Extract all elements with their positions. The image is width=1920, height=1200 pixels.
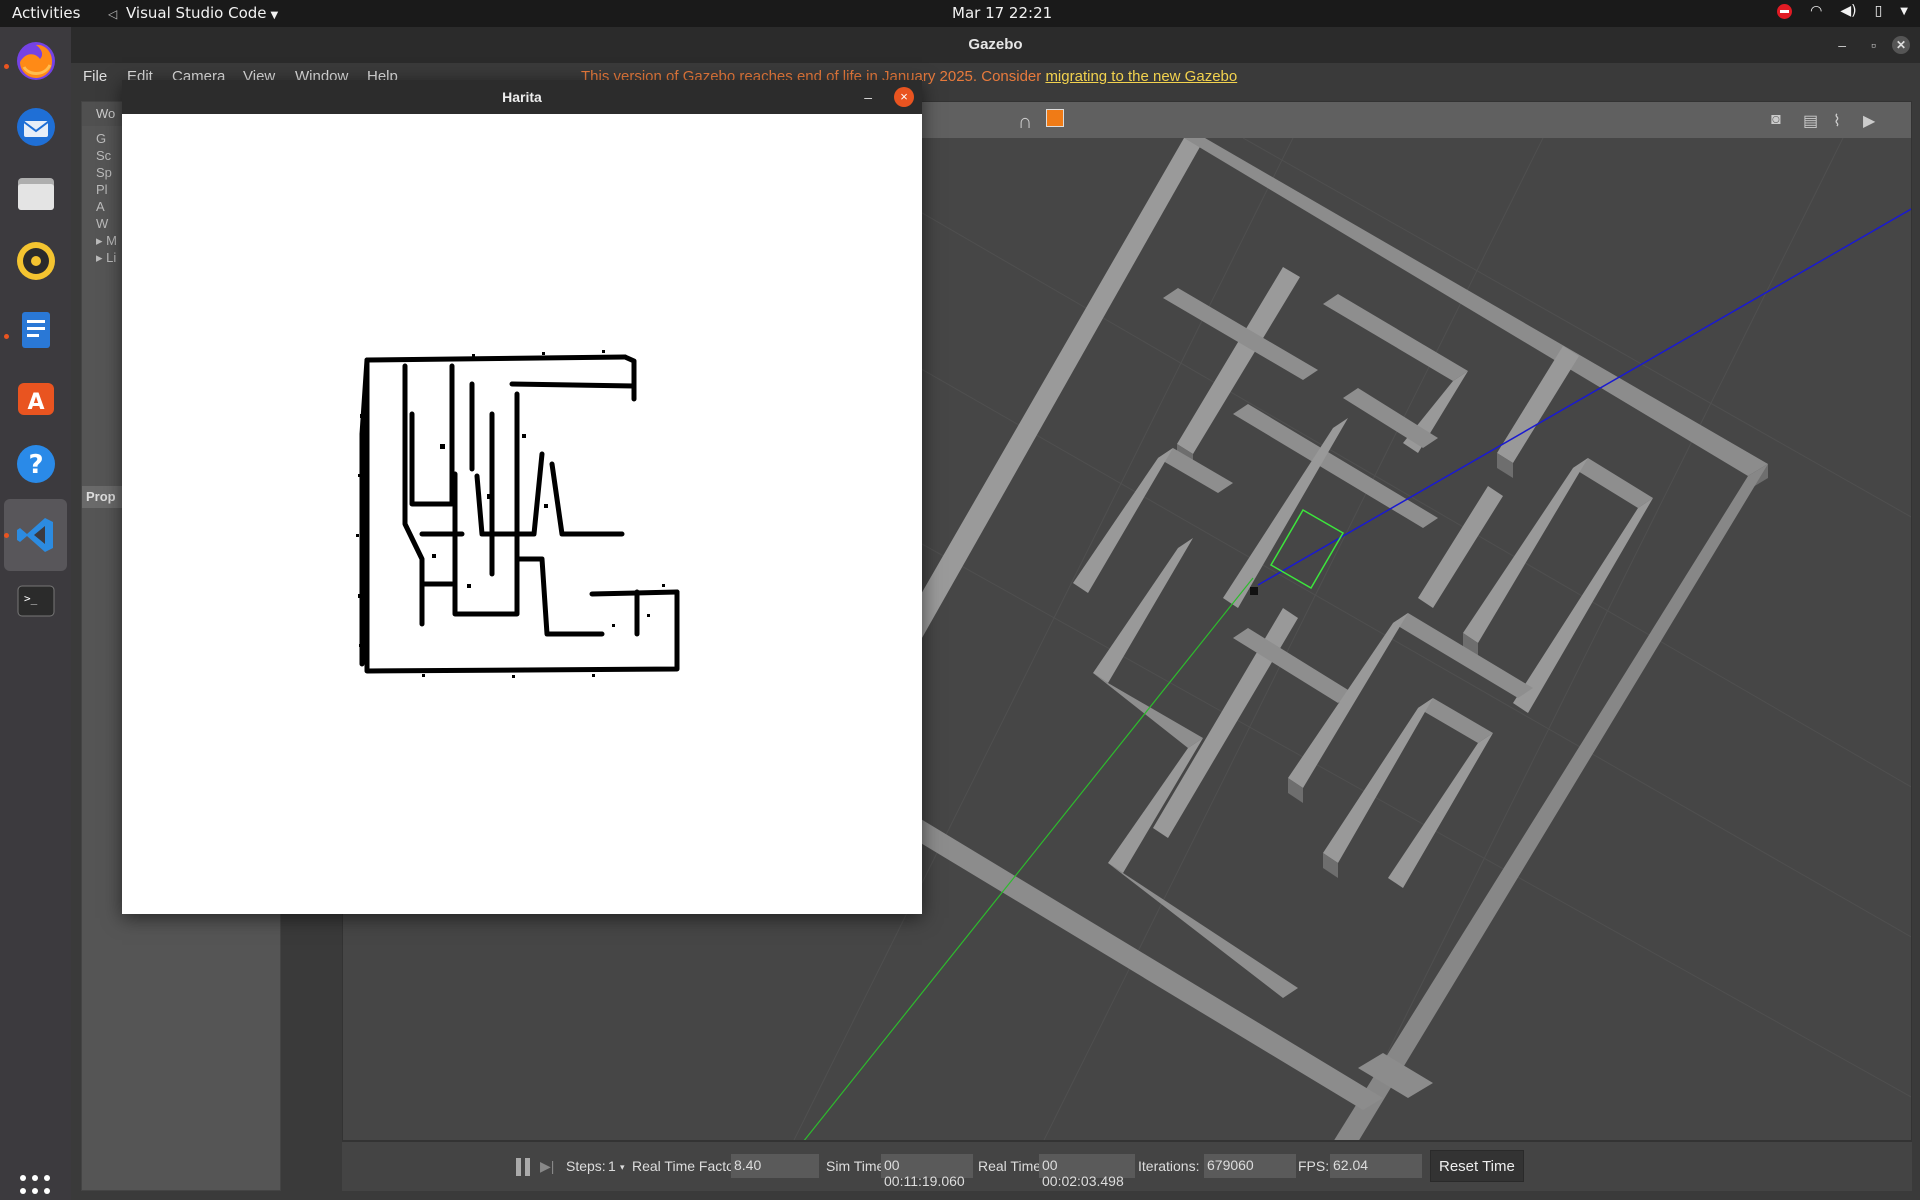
magnet-icon[interactable]: ∩: [1018, 111, 1032, 134]
help-icon[interactable]: ?: [12, 440, 60, 488]
vscode-small-icon: ◁: [108, 7, 118, 21]
files-icon[interactable]: [12, 170, 60, 218]
activities-button[interactable]: Activities: [12, 4, 80, 22]
tree-item[interactable]: Sp: [96, 164, 117, 181]
steps-label: Steps:: [566, 1158, 606, 1174]
maximize-icon[interactable]: ▫: [1871, 27, 1876, 63]
robot-marker[interactable]: [1250, 587, 1258, 595]
close-icon[interactable]: ✕: [1892, 36, 1910, 54]
dock: A ? >_: [0, 27, 71, 1200]
expand-arrow-icon[interactable]: ▸: [96, 233, 106, 248]
battery-icon: ▯: [1874, 3, 1883, 19]
thunderbird-icon[interactable]: [12, 103, 60, 151]
steps-chevron-icon[interactable]: ▾: [620, 1162, 625, 1173]
pause-icon[interactable]: [516, 1158, 530, 1176]
sim-time-label: Sim Time:: [826, 1158, 889, 1174]
clock[interactable]: Mar 17 22:21: [952, 4, 1052, 22]
screenshot-icon[interactable]: ◙: [1771, 111, 1781, 129]
svg-text:A: A: [27, 390, 44, 415]
harita-titlebar: Harita – ×: [122, 80, 922, 114]
sim-status-bar: ▶| Steps: 1 ▾ Real Time Factor: 8.40 Sim…: [342, 1141, 1912, 1191]
running-indicator: [4, 64, 9, 69]
step-icon[interactable]: ▶|: [540, 1158, 554, 1175]
video-icon[interactable]: ▶: [1863, 111, 1875, 131]
top-bar: Activities ◁ Visual Studio Code ▼ Mar 17 2…: [0, 0, 1920, 27]
app-menu-label: Visual Studio Code: [126, 4, 267, 22]
sim-time-value: 00 00:11:19.060: [881, 1154, 973, 1189]
do-not-disturb-icon: [1777, 3, 1793, 19]
log-icon[interactable]: ▤: [1803, 111, 1818, 131]
minimize-icon[interactable]: –: [1838, 27, 1846, 63]
app-center-icon[interactable]: A: [12, 373, 60, 421]
real-time-label: Real Time:: [978, 1158, 1045, 1174]
running-indicator: [4, 334, 9, 339]
harita-title: Harita: [502, 89, 542, 105]
migration-link[interactable]: migrating to the new Gazebo: [1045, 68, 1237, 85]
harita-window: Harita – ×: [122, 80, 922, 914]
iterations-label: Iterations:: [1138, 1158, 1200, 1174]
tree-item[interactable]: ▸ M: [96, 232, 117, 249]
reset-time-button[interactable]: Reset Time: [1430, 1150, 1524, 1182]
rtf-label: Real Time Factor:: [632, 1158, 743, 1174]
orange-box-icon[interactable]: [1046, 109, 1064, 127]
rtf-value: 8.40: [731, 1154, 819, 1178]
minimize-icon[interactable]: –: [864, 80, 872, 114]
svg-text:>_: >_: [24, 592, 38, 605]
rhythmbox-icon[interactable]: [12, 237, 60, 285]
tree-item[interactable]: A: [96, 198, 117, 215]
expand-arrow-icon[interactable]: ▸: [96, 250, 106, 265]
show-apps-icon[interactable]: [20, 1175, 52, 1200]
fps-label: FPS:: [1298, 1158, 1330, 1174]
close-icon[interactable]: ×: [894, 87, 914, 107]
tree-item[interactable]: Sc: [96, 147, 117, 164]
fps-value: 62.04: [1330, 1154, 1422, 1178]
world-tree[interactable]: G Sc Sp Pl A W ▸ M ▸ Li: [96, 130, 117, 266]
chevron-down-icon: ▼: [270, 10, 279, 21]
tree-item[interactable]: Pl: [96, 181, 117, 198]
chevron-down-icon: ▼: [1900, 5, 1908, 17]
vscode-icon[interactable]: [4, 499, 67, 571]
real-time-value: 00 00:02:03.498: [1039, 1154, 1135, 1189]
running-indicator: [4, 533, 9, 538]
writer-icon[interactable]: [12, 306, 60, 354]
steps-value[interactable]: 1: [608, 1158, 616, 1174]
wifi-icon: ◠: [1810, 3, 1823, 19]
firefox-icon[interactable]: [12, 37, 60, 85]
tree-item[interactable]: ▸ Li: [96, 249, 117, 266]
volume-icon: ◀): [1840, 3, 1857, 19]
svg-text:?: ?: [28, 450, 43, 480]
occupancy-map: [122, 114, 922, 914]
tree-item[interactable]: G: [96, 130, 117, 147]
iterations-value: 679060: [1204, 1154, 1296, 1178]
tree-item[interactable]: W: [96, 215, 117, 232]
window-title: Gazebo: [968, 36, 1023, 53]
terminal-icon[interactable]: >_: [12, 576, 60, 624]
system-tray[interactable]: ◠ ◀) ▯ ▼: [1777, 3, 1908, 19]
menu-file[interactable]: File: [83, 68, 107, 85]
app-menu[interactable]: ◁ Visual Studio Code ▼: [108, 4, 278, 22]
plot-icon[interactable]: ⌇: [1833, 111, 1841, 131]
gazebo-titlebar: Gazebo – ▫ ✕: [71, 27, 1920, 63]
